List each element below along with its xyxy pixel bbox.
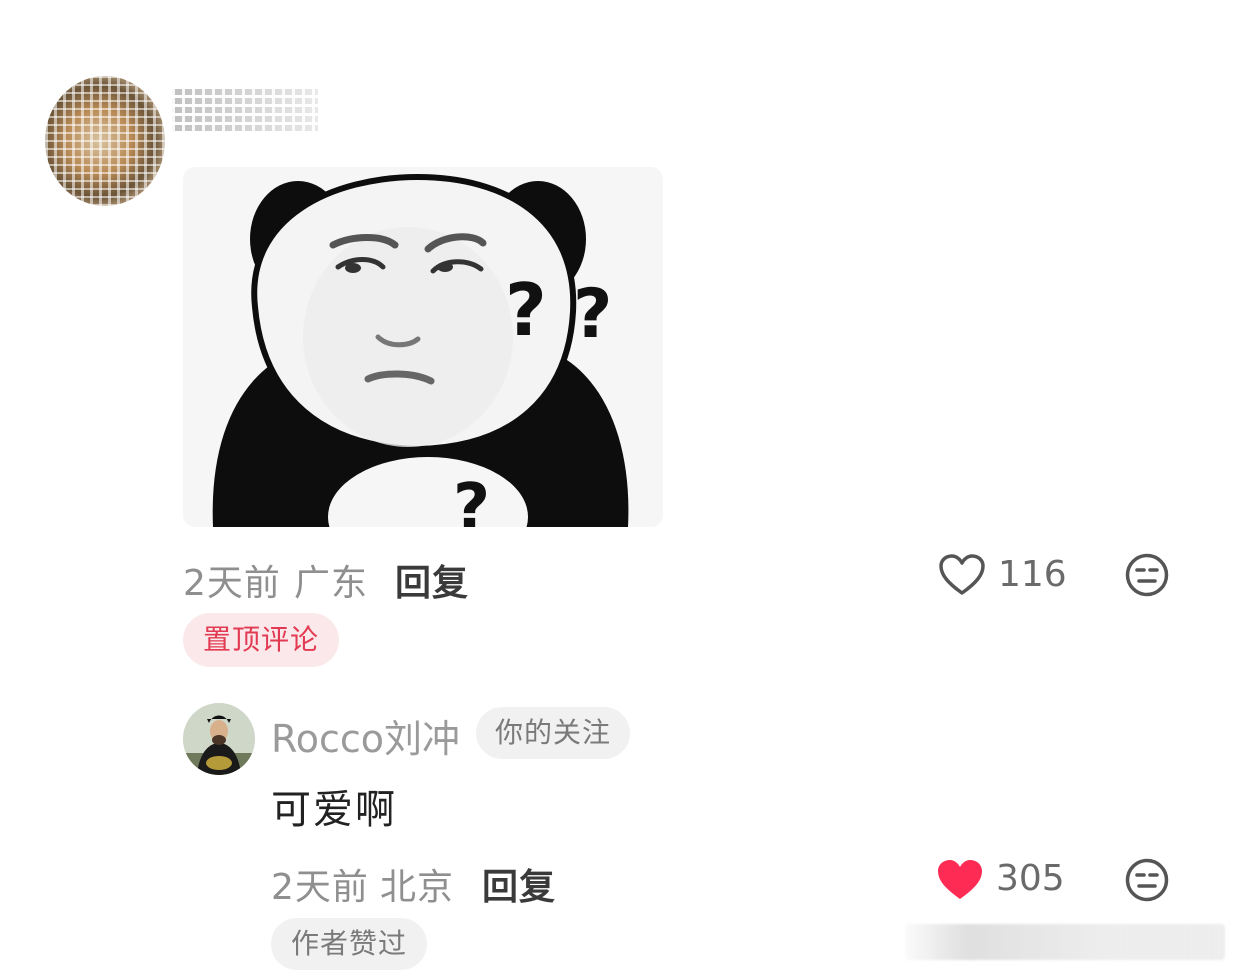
comment-location: 广东 bbox=[294, 563, 369, 604]
pinned-comment-badge: 置顶评论 bbox=[183, 613, 339, 667]
meh-face-icon bbox=[1125, 858, 1169, 902]
following-badge: 你的关注 bbox=[476, 707, 630, 759]
commenter-avatar[interactable] bbox=[45, 76, 165, 206]
reply-location: 北京 bbox=[380, 867, 455, 908]
svg-text:?: ? bbox=[505, 268, 547, 352]
reply-like-count: 305 bbox=[996, 858, 1065, 899]
reply-username[interactable]: Rocco刘冲 bbox=[271, 708, 460, 763]
author-liked-badge: 作者赞过 bbox=[271, 918, 427, 970]
avatar-portrait bbox=[183, 703, 255, 775]
reply-time: 2天前 bbox=[271, 867, 369, 908]
blurred-overlay bbox=[905, 924, 1225, 960]
comment-time: 2天前 bbox=[183, 563, 281, 604]
reply-avatar[interactable] bbox=[183, 703, 255, 775]
meh-face-icon bbox=[1125, 553, 1169, 597]
reply-dislike-button[interactable] bbox=[1125, 858, 1169, 902]
heart-icon bbox=[938, 860, 982, 899]
comment-like-count: 116 bbox=[998, 554, 1067, 595]
comment-like-button[interactable] bbox=[938, 553, 986, 597]
svg-text:?: ? bbox=[573, 275, 612, 354]
reply-reply-button[interactable]: 回复 bbox=[482, 858, 556, 910]
reply-like-button[interactable] bbox=[936, 858, 984, 902]
comment-dislike-button[interactable] bbox=[1125, 553, 1169, 597]
comment-image[interactable]: ? ? ? bbox=[183, 167, 663, 527]
reply-text: 可爱啊 bbox=[271, 787, 397, 833]
heart-icon bbox=[939, 554, 985, 595]
comment-reply-button[interactable]: 回复 bbox=[395, 554, 469, 606]
panda-meme-sticker: ? ? ? bbox=[183, 167, 663, 527]
svg-text:?: ? bbox=[453, 471, 490, 527]
commenter-username-pixelated[interactable] bbox=[172, 88, 318, 134]
